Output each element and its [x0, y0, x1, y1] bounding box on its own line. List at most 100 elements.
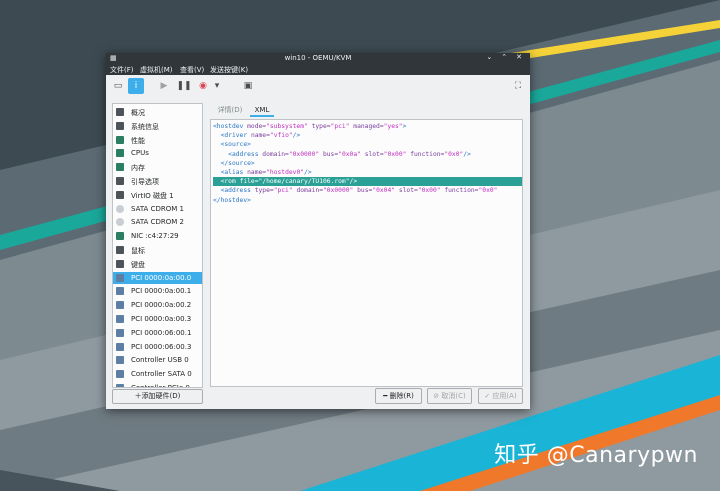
sidebar-item[interactable]: 引导选项 — [113, 175, 202, 187]
cancel-icon: ⊘ — [433, 392, 440, 400]
sidebar-item-label: SATA CDROM 1 — [131, 204, 184, 213]
close-icon[interactable]: ✕ — [516, 53, 522, 61]
xml-token: "0x0000" — [323, 187, 354, 195]
watermark-text: 知乎 @Canarypwn — [494, 443, 698, 468]
xml-token: "pci" — [273, 187, 293, 195]
xml-line: <source> — [213, 140, 522, 149]
controller-icon — [116, 384, 124, 387]
menu-sendkey[interactable]: 发送按键(K) — [210, 65, 248, 75]
xml-token: "hostdev0" — [266, 169, 305, 176]
maximize-icon[interactable]: ⌃ — [501, 53, 507, 61]
power-icon[interactable]: ◉ — [195, 78, 211, 94]
menu-vm[interactable]: 虚拟机(M) — [140, 65, 173, 75]
nic-icon — [116, 232, 124, 241]
xml-token: </source> — [220, 159, 255, 167]
sidebar-item[interactable]: PCI 0000:06:00.1 — [113, 327, 202, 339]
xml-token: /> — [463, 150, 471, 158]
sidebar-item[interactable]: SATA CDROM 2 — [113, 216, 202, 228]
xml-token: <source> — [220, 141, 251, 149]
info-icon[interactable]: i — [128, 78, 144, 94]
xml-token: slot= — [395, 187, 418, 195]
keyboard-icon — [116, 259, 124, 268]
sidebar-item[interactable]: PCI 0000:0a:00.2 — [113, 299, 202, 311]
sidebar-item[interactable]: CPUs — [113, 147, 202, 159]
xml-token: name= — [250, 132, 270, 140]
pci-icon — [116, 287, 124, 296]
xml-token: <rom — [220, 178, 240, 186]
xml-token: mode= — [247, 123, 267, 130]
sidebar-item[interactable]: PCI 0000:0a:00.3 — [113, 313, 202, 325]
play-icon[interactable]: ▶ — [156, 78, 172, 94]
sidebar-item[interactable]: 概况 — [113, 106, 202, 118]
xml-token: "0x0000" — [288, 150, 320, 158]
sidebar-item-label: 鼠标 — [131, 247, 145, 255]
xml-indent — [213, 141, 221, 148]
xml-indent — [213, 160, 221, 167]
sidebar-item-label: SATA CDROM 2 — [131, 218, 184, 227]
system-info-icon — [116, 121, 124, 130]
tab-details[interactable]: 详情(D) — [212, 103, 248, 117]
sidebar-item[interactable]: 鼠标 — [113, 244, 202, 256]
sidebar-item[interactable]: 键盘 — [113, 258, 202, 270]
menu-file[interactable]: 文件(F) — [110, 65, 134, 75]
xml-token: <address — [220, 187, 255, 195]
xml-token: <driver — [220, 132, 251, 140]
sidebar-item[interactable]: Controller USB 0 — [113, 354, 202, 366]
apply-button[interactable]: ✓ 应用(A) — [478, 388, 523, 404]
sidebar-item[interactable]: PCI 0000:0a:00.1 — [113, 285, 202, 297]
mouse-icon — [116, 246, 124, 254]
overview-icon — [116, 108, 124, 116]
sidebar-item[interactable]: NIC :c4:27:29 — [113, 230, 202, 242]
sidebar-item-label: PCI 0000:0a:00.0 — [131, 273, 192, 282]
xml-token: type= — [254, 187, 274, 195]
sidebar-item[interactable]: PCI 0000:0a:00.0 — [113, 271, 202, 284]
plus-icon: ＋ — [134, 392, 142, 400]
sidebar-item[interactable]: Controller PCIe 0 — [113, 382, 202, 387]
pause-icon[interactable]: ❚❚ — [176, 78, 192, 94]
sidebar-item[interactable]: 内存 — [113, 161, 202, 173]
dropdown-icon[interactable]: ▾ — [212, 78, 222, 94]
sidebar-item-label: PCI 0000:0a:00.1 — [131, 287, 192, 296]
xml-token: <address — [228, 150, 263, 158]
fullscreen-icon[interactable]: ⛶ — [510, 78, 526, 94]
memory-icon — [116, 163, 124, 172]
screens-icon[interactable]: ▣ — [240, 78, 256, 94]
xml-token: "subsystem" — [266, 123, 308, 130]
sidebar-item-label: PCI 0000:0a:00.3 — [131, 315, 192, 323]
sidebar-item[interactable]: 性能 — [113, 134, 202, 146]
xml-editor[interactable]: <hostdev mode="subsystem" type="pci" man… — [210, 119, 523, 387]
sidebar-item[interactable]: Controller SATA 0 — [113, 368, 202, 380]
sidebar-item-label: NIC :c4:27:29 — [131, 232, 179, 241]
sidebar-item-label: Controller SATA 0 — [131, 370, 192, 379]
xml-line: <address domain="0x0000" bus="0x0a" slot… — [213, 150, 522, 159]
xml-token: <alias — [220, 169, 248, 176]
toolbar: ▭ i ▶ ❚❚ ◉ ▾ ▣ ⛶ — [106, 75, 530, 97]
cancel-button[interactable]: ⊘ 取消(C) — [427, 388, 472, 404]
sidebar-item[interactable]: SATA CDROM 1 — [113, 203, 202, 215]
add-hardware-button[interactable]: ＋添加硬件(D) — [112, 389, 203, 404]
hardware-list[interactable]: 概况系统信息性能 CPUs 内存引导选项 VirtIO 磁盘 1 SATA CDROM … — [112, 103, 203, 388]
sidebar-item[interactable]: VirtIO 磁盘 1 — [113, 189, 202, 201]
remove-button[interactable]: ━ 删除(R) — [375, 388, 422, 404]
xml-line: <rom file="/home/canary/TU106.rom"/> — [213, 177, 522, 187]
menu-view[interactable]: 查看(V) — [180, 65, 204, 75]
pci-icon — [116, 301, 124, 310]
tab-xml[interactable]: XML — [250, 103, 274, 117]
xml-token: /> — [304, 169, 312, 176]
sidebar-item[interactable]: 系统信息 — [113, 120, 202, 132]
xml-token: "vfio" — [269, 132, 293, 140]
title-bar[interactable]: ▦ win10 - OEMU/KVM ⌄ ⌃ ✕ — [106, 53, 530, 64]
cpu-icon — [116, 149, 124, 158]
xml-token: type= — [307, 123, 331, 130]
minimize-icon[interactable]: ⌄ — [486, 53, 492, 61]
sidebar-item[interactable]: PCI 0000:06:00.3 — [113, 341, 202, 353]
xml-line: </source> — [213, 159, 522, 168]
xml-token: function= — [440, 187, 479, 195]
sidebar-item-label: VirtIO 磁盘 1 — [131, 191, 174, 200]
pci-icon — [116, 315, 124, 323]
monitor-icon[interactable]: ▭ — [110, 78, 126, 94]
boot-icon — [116, 177, 124, 185]
window-title: win10 - OEMU/KVM — [284, 54, 352, 62]
sidebar-item-label: 键盘 — [131, 260, 145, 269]
xml-token: domain= — [292, 187, 323, 195]
